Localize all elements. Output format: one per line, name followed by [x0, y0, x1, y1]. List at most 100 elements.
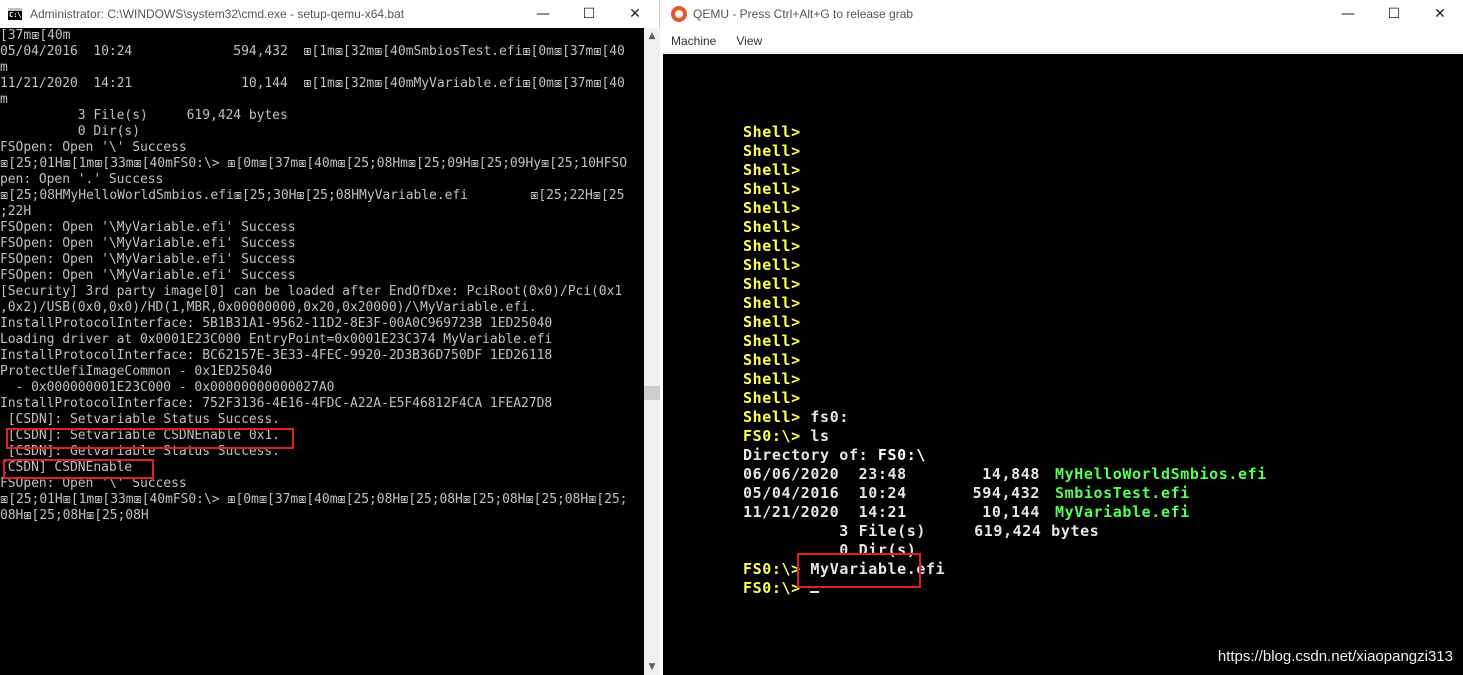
- shell-line: Shell>: [743, 161, 801, 180]
- files-summary: 3 File(s) 619,424 bytes: [743, 522, 1100, 540]
- console-line: m: [0, 60, 8, 75]
- console-line: [CSDN]: Getvariable Status Success.: [0, 444, 280, 459]
- console-line: FSOpen: Open '\MyVariable.efi' Success: [0, 236, 296, 251]
- watermark: https://blog.csdn.net/xiaopangzi313: [1217, 648, 1453, 665]
- qemu-window[interactable]: QEMU - Press Ctrl+Alt+G to release grab …: [661, 0, 1463, 675]
- shell-line: Shell>: [743, 351, 801, 370]
- menu-view[interactable]: View: [726, 34, 772, 48]
- typed-command: MyVariable.efi: [800, 560, 946, 578]
- typed-command: ls: [800, 427, 830, 445]
- console-line: ,0x2)/USB(0x0,0x0)/HD(1,MBR,0x00000000,0…: [0, 300, 537, 315]
- shell-prompt: Shell>: [743, 256, 801, 274]
- shell-line: Shell>: [743, 142, 801, 161]
- console-line: 08H⧆[25;08H⧆[25;08H: [0, 508, 149, 523]
- file-name: MyHelloWorldSmbios.efi: [1055, 465, 1267, 483]
- shell-prompt: Shell>: [743, 294, 801, 312]
- console-line: m: [0, 92, 8, 107]
- qemu-titlebar[interactable]: QEMU - Press Ctrl+Alt+G to release grab …: [661, 0, 1463, 28]
- console-line: [CSDN] CSDNEnable: [0, 460, 133, 475]
- dirs-summary: 0 Dir(s): [743, 541, 917, 559]
- shell-prompt: Shell>: [743, 275, 801, 293]
- minimize-button[interactable]: —: [520, 0, 566, 28]
- cmd-window-title: Administrator: C:\WINDOWS\system32\cmd.e…: [30, 7, 405, 21]
- maximize-button[interactable]: ☐: [566, 0, 612, 28]
- shell-prompt: Shell>: [743, 237, 801, 255]
- console-line: ⧆[25;01H⧆[1m⧆[33m⧆[40mFS0:\> ⧆[0m⧆[37m⧆[…: [0, 492, 628, 507]
- shell-prompt: Shell>: [743, 332, 801, 350]
- directory-path: FS0:\: [877, 446, 926, 464]
- console-line: [CSDN]: Setvariable Status Success.: [0, 412, 280, 427]
- fs0-prompt: FS0:\>: [743, 579, 801, 597]
- shell-prompt: Shell>: [743, 123, 801, 141]
- file-size: 594,432: [972, 484, 1040, 502]
- summary-line: 3 File(s) 619,424 bytes: [743, 522, 1099, 541]
- console-line: - 0x000000001E23C000 - 0x00000000000027A…: [0, 380, 335, 395]
- console-line: 0 Dir(s): [0, 124, 140, 139]
- text-cursor: [810, 591, 820, 593]
- console-line: [Security] 3rd party image[0] can be loa…: [0, 284, 623, 299]
- shell-line: Shell>: [743, 180, 801, 199]
- shell-prompt: Shell>: [743, 199, 801, 217]
- close-button[interactable]: ✕: [1417, 0, 1463, 28]
- console-line: [CSDN]: Setvariable CSDNEnable 0x1.: [0, 428, 280, 443]
- shell-line: Shell>: [743, 294, 801, 313]
- qemu-display[interactable]: Shell> Shell> Shell> Shell> Shell> Shell> Shel…: [663, 54, 1463, 675]
- cmd-window[interactable]: C:\ Administrator: C:\WINDOWS\system32\c…: [0, 0, 660, 675]
- console-line: pen: Open '.' Success: [0, 172, 164, 187]
- maximize-button[interactable]: ☐: [1371, 0, 1417, 28]
- cmd-titlebar[interactable]: C:\ Administrator: C:\WINDOWS\system32\c…: [0, 0, 660, 28]
- scroll-up-arrow-icon[interactable]: ▲: [644, 28, 660, 44]
- shell-line: Shell>: [743, 370, 801, 389]
- console-line: ProtectUefiImageCommon - 0x1ED25040: [0, 364, 273, 379]
- shell-line: Shell>: [743, 332, 801, 351]
- qemu-window-title: QEMU - Press Ctrl+Alt+G to release grab: [693, 7, 914, 21]
- scroll-down-arrow-icon[interactable]: ▼: [644, 659, 660, 675]
- console-line: FSOpen: Open '\MyVariable.efi' Success: [0, 268, 296, 283]
- console-line: [37m⧆[40m: [0, 28, 71, 43]
- vertical-scrollbar[interactable]: ▲ ▼: [644, 28, 660, 675]
- console-line: ⧆[25;08HMyHelloWorldSmbios.efi⧆[25;30H⧆[…: [0, 188, 625, 203]
- scroll-thumb[interactable]: [644, 386, 660, 400]
- shell-prompt: Shell>: [743, 180, 801, 198]
- file-size: 10,144: [982, 503, 1040, 521]
- console-line: 11/21/2020 14:21 10,144 ⧆[1m⧆[32m⧆[40mMy…: [0, 76, 625, 91]
- shell-prompt: Shell>: [743, 161, 801, 179]
- console-line: Loading driver at 0x0001E23C000 EntryPoi…: [0, 332, 553, 347]
- console-line: ;22H: [0, 204, 32, 219]
- console-output[interactable]: [37m⧆[40m 05/04/2016 10:24 594,432 ⧆[1m⧆[…: [0, 28, 644, 675]
- shell-line: Shell>: [743, 313, 801, 332]
- minimize-button[interactable]: —: [1325, 0, 1371, 28]
- shell-line: Shell>: [743, 256, 801, 275]
- shell-line: Shell>: [743, 123, 801, 142]
- shell-prompt: Shell>: [743, 389, 801, 407]
- shell-line: FS0:\>: [743, 579, 820, 598]
- shell-line: Shell>: [743, 218, 801, 237]
- file-date: 06/06/2020 23:48: [743, 465, 907, 483]
- shell-prompt: Shell>: [743, 218, 801, 236]
- shell-line: FS0:\> MyVariable.efi: [743, 560, 945, 579]
- shell-prompt: Shell>: [743, 313, 801, 331]
- directory-line: Directory of: FS0:\: [743, 446, 926, 465]
- cmd-icon: C:\: [8, 8, 22, 20]
- shell-prompt: Shell>: [743, 408, 801, 426]
- console-line: FSOpen: Open '\MyVariable.efi' Success: [0, 220, 296, 235]
- shell-line: Shell> fs0:: [743, 408, 849, 427]
- menu-machine[interactable]: Machine: [661, 34, 726, 48]
- qemu-logo-icon: [671, 6, 687, 22]
- shell-prompt: Shell>: [743, 351, 801, 369]
- file-size: 14,848: [982, 465, 1040, 483]
- shell-line: Shell>: [743, 199, 801, 218]
- file-date: 05/04/2016 10:24: [743, 484, 907, 502]
- console-line: InstallProtocolInterface: 5B1B31A1-9562-…: [0, 316, 553, 331]
- console-line: 05/04/2016 10:24 594,432 ⧆[1m⧆[32m⧆[40mS…: [0, 44, 625, 59]
- qemu-menubar: Machine View: [661, 30, 1463, 53]
- file-date: 11/21/2020 14:21: [743, 503, 907, 521]
- close-button[interactable]: ✕: [612, 0, 658, 28]
- console-line: InstallProtocolInterface: BC62157E-3E33-…: [0, 348, 553, 363]
- summary-line: 0 Dir(s): [743, 541, 916, 560]
- file-name: MyVariable.efi: [1055, 503, 1190, 521]
- fs0-prompt: FS0:\>: [743, 560, 801, 578]
- console-line: FSOpen: Open '\MyVariable.efi' Success: [0, 252, 296, 267]
- shell-line: Shell>: [743, 237, 801, 256]
